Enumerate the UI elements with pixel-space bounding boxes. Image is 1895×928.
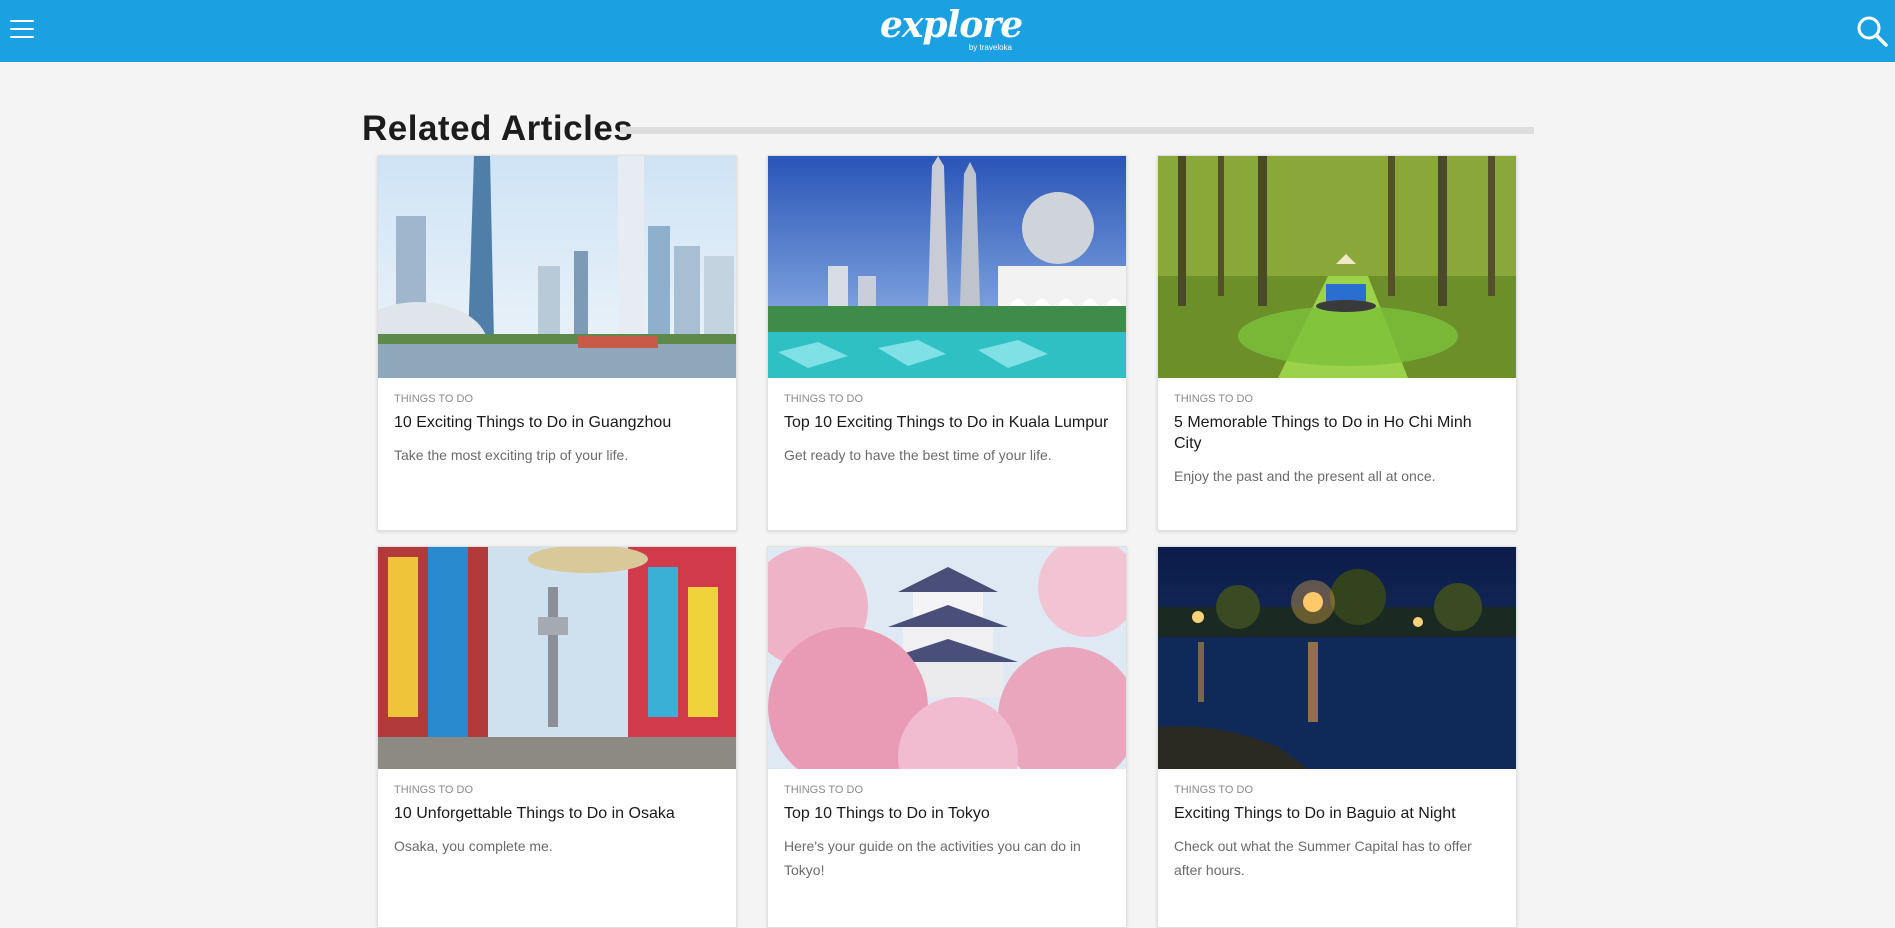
section-divider [620, 127, 1534, 134]
article-card-ho-chi-minh[interactable]: THINGS TO DO 5 Memorable Things to Do in… [1157, 155, 1517, 531]
article-description: Enjoy the past and the present all at on… [1174, 468, 1436, 484]
hamburger-menu-icon[interactable] [10, 20, 34, 42]
kuala-lumpur-towers-mosque-photo [768, 156, 1126, 378]
article-category: THINGS TO DO [784, 784, 864, 796]
article-category: THINGS TO DO [1174, 784, 1254, 796]
article-card-baguio[interactable]: THINGS TO DO Exciting Things to Do in Ba… [1157, 546, 1517, 928]
article-category: THINGS TO DO [784, 393, 864, 405]
section-title: Related Articles [362, 109, 634, 148]
article-category: THINGS TO DO [1174, 393, 1254, 405]
article-title[interactable]: 10 Unforgettable Things to Do in Osaka [394, 803, 720, 824]
mangrove-forest-boat-photo [1158, 156, 1516, 378]
article-card-tokyo[interactable]: THINGS TO DO Top 10 Things to Do in Toky… [767, 546, 1127, 928]
article-description: Check out what the Summer Capital has to… [1174, 838, 1472, 878]
japanese-castle-cherry-blossom-photo [768, 547, 1126, 769]
article-card-guangzhou[interactable]: THINGS TO DO 10 Exciting Things to Do in… [377, 155, 737, 531]
article-title[interactable]: Top 10 Exciting Things to Do in Kuala Lu… [784, 412, 1110, 433]
article-description: Get ready to have the best time of your … [784, 447, 1052, 463]
article-description: Osaka, you complete me. [394, 838, 553, 854]
article-category: THINGS TO DO [394, 784, 474, 796]
article-title[interactable]: Exciting Things to Do in Baguio at Night [1174, 803, 1500, 824]
explore-logo[interactable]: explore by traveloka [880, 6, 1023, 54]
article-title[interactable]: 10 Exciting Things to Do in Guangzhou [394, 412, 720, 433]
article-title[interactable]: 5 Memorable Things to Do in Ho Chi Minh … [1174, 412, 1500, 454]
article-card-kuala-lumpur[interactable]: THINGS TO DO Top 10 Exciting Things to D… [767, 155, 1127, 531]
article-description: Take the most exciting trip of your life… [394, 447, 629, 463]
article-category: THINGS TO DO [394, 393, 474, 405]
baguio-night-lake-photo [1158, 547, 1516, 769]
article-description: Here's your guide on the activities you … [784, 838, 1081, 878]
osaka-tsutenkaku-street-photo [378, 547, 736, 769]
guangzhou-skyline-photo [378, 156, 736, 378]
article-title[interactable]: Top 10 Things to Do in Tokyo [784, 803, 1110, 824]
top-navbar: explore by traveloka [0, 0, 1895, 62]
search-icon[interactable] [1855, 14, 1889, 48]
related-articles-header: Related Articles [362, 106, 1534, 154]
article-card-osaka[interactable]: THINGS TO DO 10 Unforgettable Things to … [377, 546, 737, 928]
